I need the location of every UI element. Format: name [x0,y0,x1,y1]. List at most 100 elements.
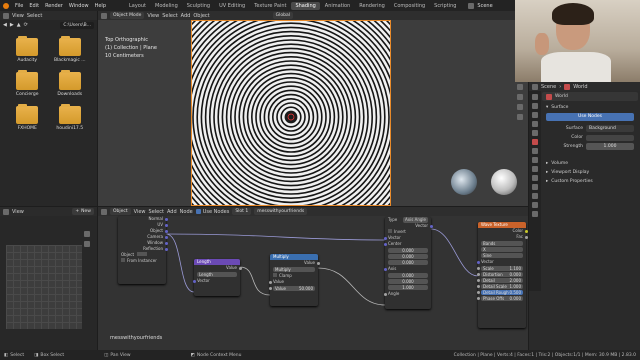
image-view-menu[interactable]: View [12,209,24,215]
socket-dot[interactable] [192,279,196,283]
socket-dot[interactable] [164,235,168,239]
wave-type-dropdown[interactable]: Bands [481,241,523,246]
tab-rendering[interactable]: Rendering [355,2,389,10]
viewport-object-menu[interactable]: Object [193,13,209,19]
orientation-selector[interactable]: Global [272,12,294,19]
particles-tab-icon[interactable] [532,166,538,172]
center-x-field[interactable]: 0.000 [388,248,428,253]
world-name[interactable]: World [555,94,568,99]
profile-dropdown[interactable]: Sine [481,253,523,258]
texture-tab-icon[interactable] [532,211,538,217]
menu-help[interactable]: Help [92,3,109,9]
zoom-icon[interactable] [517,84,523,90]
folder-item[interactable]: houdini17.5 [49,104,92,131]
socket-dot[interactable] [476,279,480,282]
wave-field-detail[interactable]: Detail 2.000 [476,278,523,283]
folder-item[interactable]: Concierge [6,70,49,97]
socket-dot[interactable] [476,267,480,270]
socket-dot[interactable] [238,266,242,270]
wave-field-phase-offs[interactable]: Phase Offs 0.000 [476,296,523,301]
viewport-add-menu[interactable]: Add [181,13,191,19]
direction-dropdown[interactable]: X [481,247,523,252]
socket-dot[interactable] [164,223,168,227]
node-editor[interactable]: Object View Select Add Node Use Nodes Sl… [98,207,528,350]
output-tab-icon[interactable] [532,112,538,118]
object-tab-icon[interactable] [532,148,538,154]
viewport-display-section[interactable]: ▸ Viewport Display [542,168,638,177]
vector-rotate-node[interactable]: Type Axis Angle Vector Invert Vector Cen… [383,217,433,309]
tab-texture-paint[interactable]: Texture Paint [250,2,290,10]
zoom-icon[interactable] [84,231,90,237]
socket-dot[interactable] [429,224,433,228]
image-editor-icon[interactable] [3,208,9,215]
new-image-button[interactable]: + New [72,208,94,215]
length-node[interactable]: Length Value Length Vector [192,259,242,296]
folder-item[interactable]: Blackmagic ... [49,36,92,63]
physics-tab-icon[interactable] [532,175,538,181]
wave-field-distortion[interactable]: Distortion 0.000 [476,272,523,277]
world-tab-icon[interactable] [532,139,538,145]
camera-view-icon[interactable] [517,104,523,110]
socket-dot[interactable] [524,229,528,233]
perspective-toggle-icon[interactable] [517,114,523,120]
menu-file[interactable]: File [12,3,26,9]
socket-dot[interactable] [383,242,387,246]
socket-dot[interactable] [164,241,168,245]
viewport-view-menu[interactable]: View [147,13,159,19]
mode-selector[interactable]: Object Mode [110,12,145,19]
socket-dot[interactable] [383,236,387,240]
tab-sculpting[interactable]: Sculpting [183,2,214,10]
image-canvas-grid[interactable] [6,245,82,329]
socket-dot[interactable] [476,273,480,276]
folder-item[interactable]: Audacity [6,36,49,63]
parent-dir-icon[interactable]: ▲ [17,22,21,28]
world-datablock[interactable]: World [542,92,638,101]
color-swatch[interactable] [586,134,634,141]
viewport-editor-icon[interactable] [101,12,107,19]
center-z-field[interactable]: 0.000 [388,260,428,265]
socket-dot[interactable] [476,260,480,264]
tab-layout[interactable]: Layout [125,2,150,10]
file-select-menu[interactable]: Select [27,13,42,19]
folder-item[interactable]: FXHOME [6,104,49,131]
surface-shader-field[interactable]: Background [586,125,634,132]
operation-dropdown[interactable]: Length [197,272,237,277]
material-tab-icon[interactable] [532,202,538,208]
modifier-tab-icon[interactable] [532,157,538,163]
folder-item[interactable]: Downloads [49,70,92,97]
forward-arrow-icon[interactable]: ▶ [10,22,14,28]
view-layer-tab-icon[interactable] [532,121,538,127]
center-y-field[interactable]: 0.000 [388,254,428,259]
socket-dot[interactable] [383,292,387,296]
multiply-node[interactable]: Multiply Value Multiply Clamp Value Valu… [268,254,320,306]
volume-section[interactable]: ▸ Volume [542,159,638,168]
pan-hand-icon[interactable] [84,241,90,247]
socket-dot[interactable] [268,287,272,290]
menu-window[interactable]: Window [66,3,92,9]
viewport-select-menu[interactable]: Select [162,13,177,19]
3d-viewport[interactable]: Object Mode View Select Add Object Globa… [98,11,528,206]
from-instancer-checkbox[interactable]: From Instancer [118,258,166,264]
scene-breadcrumb[interactable]: Scene [541,84,556,90]
pan-hand-icon[interactable] [517,94,523,100]
constraints-tab-icon[interactable] [532,184,538,190]
refresh-icon[interactable]: ⟳ [24,22,28,28]
socket-dot[interactable] [164,217,168,221]
wave-field-scale[interactable]: Scale 1.100 [476,266,523,271]
socket-dot[interactable] [476,285,480,288]
menu-edit[interactable]: Edit [26,3,42,9]
data-tab-icon[interactable] [532,193,538,199]
tab-uv-editing[interactable]: UV Editing [215,2,249,10]
socket-dot[interactable] [316,261,320,265]
strength-field[interactable]: 1.000 [586,143,634,150]
world-breadcrumb[interactable]: World [573,84,587,90]
wave-field-detail-scale[interactable]: Detail Scale 1.000 [476,284,523,289]
operation-dropdown[interactable]: Multiply [273,267,315,272]
tab-shading[interactable]: Shading [291,1,320,10]
axis-y-field[interactable]: 0.000 [388,279,428,284]
path-field[interactable]: C:\Users\B... [60,21,94,29]
file-browser-editor-icon[interactable] [3,12,9,19]
surface-section[interactable]: ▾ Surface [542,103,638,112]
socket-dot[interactable] [524,235,528,239]
render-tab-icon[interactable] [532,103,538,109]
